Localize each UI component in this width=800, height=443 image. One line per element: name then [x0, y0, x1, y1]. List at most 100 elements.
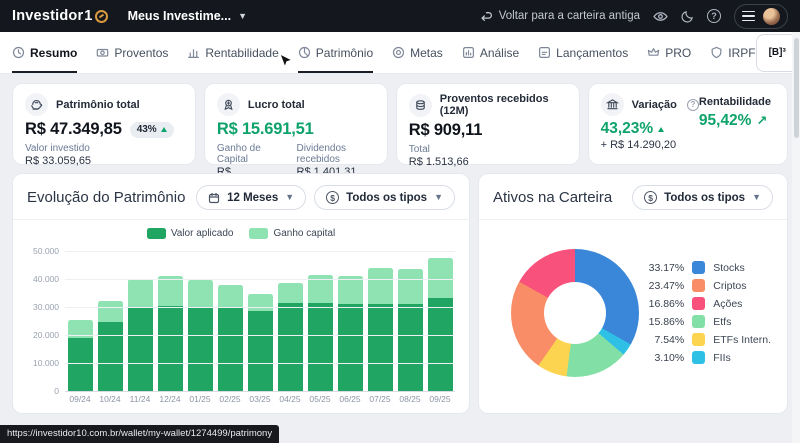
- assets-donut-chart[interactable]: [511, 249, 639, 377]
- ganho-capital-label: Ganho de Capital: [217, 143, 281, 165]
- y-tick-label: 0: [54, 386, 59, 396]
- tab-resumo[interactable]: Resumo: [12, 32, 77, 73]
- entries-icon: [538, 46, 551, 59]
- bar-11-24[interactable]: [128, 251, 153, 391]
- up-arrow-icon: [658, 127, 664, 132]
- patrimonio-total-value: R$ 47.349,85: [25, 120, 122, 139]
- bar-01-25[interactable]: [188, 251, 213, 391]
- tab-analise[interactable]: Análise: [462, 32, 519, 73]
- variacao-title: Variação: [632, 99, 677, 111]
- section-navbar: Resumo Proventos Rentabilidade Patrimônio Me…: [0, 32, 800, 74]
- scrollbar-thumb[interactable]: [794, 38, 799, 138]
- brand-number: 1: [84, 8, 92, 24]
- analysis-icon: [462, 46, 475, 59]
- donut-legend-criptos[interactable]: 23.47%Criptos: [644, 279, 771, 292]
- card-proventos-12m: Proventos recebidos (12M) R$ 909,11 Tota…: [396, 83, 580, 165]
- tab-rentabilidade[interactable]: Rentabilidade: [187, 32, 278, 73]
- card-title: Lucro total: [248, 99, 305, 111]
- dollar-icon: $: [644, 191, 657, 204]
- back-to-old-wallet-link[interactable]: Voltar para a carteira antiga: [480, 10, 640, 23]
- bar-chart-legend: Valor aplicado Ganho capital: [13, 228, 469, 239]
- tab-metas[interactable]: Metas: [392, 32, 443, 73]
- bar-02-25[interactable]: [218, 251, 243, 391]
- coins-stack-icon: [409, 94, 432, 117]
- rentabilidade-title: Rentabilidade: [699, 96, 771, 108]
- tab-pro[interactable]: PRO: [647, 32, 691, 73]
- dark-mode-moon-icon[interactable]: [681, 10, 694, 23]
- nav-tabs: Resumo Proventos Rentabilidade Patrimônio Me…: [12, 32, 756, 73]
- account-menu[interactable]: [734, 4, 788, 29]
- x-tick-label: 10/24: [95, 394, 125, 407]
- x-tick-label: 06/25: [335, 394, 365, 407]
- donut-legend-fiis[interactable]: 3.10%FIIs: [644, 351, 771, 364]
- period-filter-dropdown[interactable]: 12 Meses ▼: [196, 185, 306, 210]
- card-title: Proventos recebidos (12M): [440, 93, 567, 117]
- lucro-total-value: R$ 15.691,51: [217, 120, 314, 139]
- assets-panel-title: Ativos na Carteira: [493, 189, 612, 206]
- tab-patrimonio[interactable]: Patrimônio: [298, 32, 373, 73]
- bar-09-24[interactable]: [68, 251, 93, 391]
- legend-item-ganho-capital[interactable]: Ganho capital: [249, 228, 335, 239]
- y-tick-label: 10.000: [33, 358, 59, 368]
- donut-legend-stocks[interactable]: 33.17%Stocks: [644, 261, 771, 274]
- card-patrimonio-total: Patrimônio total R$ 47.349,85 43% Valor …: [12, 83, 196, 165]
- bar-05-25[interactable]: [308, 251, 333, 391]
- wallet-selector[interactable]: Meus Investime... ▼: [128, 9, 247, 23]
- chevron-down-icon: ▼: [238, 12, 247, 21]
- bar-12-24[interactable]: [158, 251, 183, 391]
- tab-proventos[interactable]: Proventos: [96, 32, 168, 73]
- proventos-12m-value: R$ 909,11: [409, 121, 482, 140]
- donut-legend-acoes[interactable]: 16.86%Ações: [644, 297, 771, 310]
- x-tick-label: 04/25: [275, 394, 305, 407]
- chevron-down-icon: ▼: [285, 193, 294, 202]
- bar-09-25[interactable]: [428, 251, 453, 391]
- donut-legend: 33.17%Stocks 23.47%Criptos 16.86%Ações 15.8…: [644, 261, 771, 364]
- status-url-tooltip: https://investidor10.com.br/wallet/my-wa…: [0, 425, 279, 443]
- avatar: [763, 8, 780, 25]
- bar-10-24[interactable]: [98, 251, 123, 391]
- bar-04-25[interactable]: [278, 251, 303, 391]
- help-icon[interactable]: ?: [707, 9, 721, 23]
- up-arrow-icon: [161, 127, 167, 132]
- return-arrow-icon: [480, 10, 493, 23]
- legend-swatch: [692, 315, 705, 328]
- x-tick-label: 01/25: [185, 394, 215, 407]
- legend-swatch: [692, 297, 705, 310]
- tab-lancamentos[interactable]: Lançamentos: [538, 32, 628, 73]
- app-logo[interactable]: Investidor1: [12, 8, 108, 24]
- chevron-down-icon: ▼: [434, 193, 443, 202]
- x-tick-label: 08/25: [395, 394, 425, 407]
- legend-item-valor-aplicado[interactable]: Valor aplicado: [147, 228, 234, 239]
- dollar-icon: $: [326, 191, 339, 204]
- bar-08-25[interactable]: [398, 251, 423, 391]
- info-icon[interactable]: ?: [687, 99, 699, 111]
- trend-up-arrow-icon: ↗: [756, 113, 767, 129]
- x-axis: 09/2410/2411/2412/2401/2502/2503/2504/25…: [65, 394, 455, 407]
- patrimony-evolution-panel: Evolução do Patrimônio 12 Meses ▼ $ Todo…: [12, 173, 470, 414]
- back-link-label: Voltar para a carteira antiga: [499, 10, 640, 22]
- dividends-icon: [96, 46, 109, 59]
- bar-03-25[interactable]: [248, 251, 273, 391]
- x-tick-label: 11/24: [125, 394, 155, 407]
- legend-swatch: [692, 261, 705, 274]
- assets-type-filter-dropdown[interactable]: $ Todos os tipos ▼: [632, 185, 773, 210]
- card-lucro-total: Lucro total R$ 15.691,51 Ganho de Capita…: [204, 83, 388, 165]
- menu-icon: [742, 11, 755, 22]
- bar-07-25[interactable]: [368, 251, 393, 391]
- period-filter-label: 12 Meses: [227, 192, 278, 204]
- type-filter-dropdown[interactable]: $ Todos os tipos ▼: [314, 185, 455, 210]
- donut-legend-etfs[interactable]: 15.86%Etfs: [644, 315, 771, 328]
- bar-06-25[interactable]: [338, 251, 363, 391]
- b3-logo-icon: [B]³: [769, 47, 786, 58]
- evolution-bar-chart: 09/2410/2411/2412/2401/2502/2503/2504/25…: [21, 247, 457, 407]
- plot-area: [65, 251, 455, 391]
- x-tick-label: 07/25: [365, 394, 395, 407]
- donut-legend-etfs-intern.[interactable]: 7.54%ETFs Intern.: [644, 333, 771, 346]
- y-tick-label: 30.000: [33, 302, 59, 312]
- x-tick-label: 03/25: [245, 394, 275, 407]
- tab-irpf[interactable]: IRPF: [710, 32, 755, 73]
- chevron-down-icon: ▼: [752, 193, 761, 202]
- profitability-icon: [187, 46, 200, 59]
- y-tick-label: 50.000: [33, 246, 59, 256]
- eye-icon[interactable]: [653, 9, 668, 24]
